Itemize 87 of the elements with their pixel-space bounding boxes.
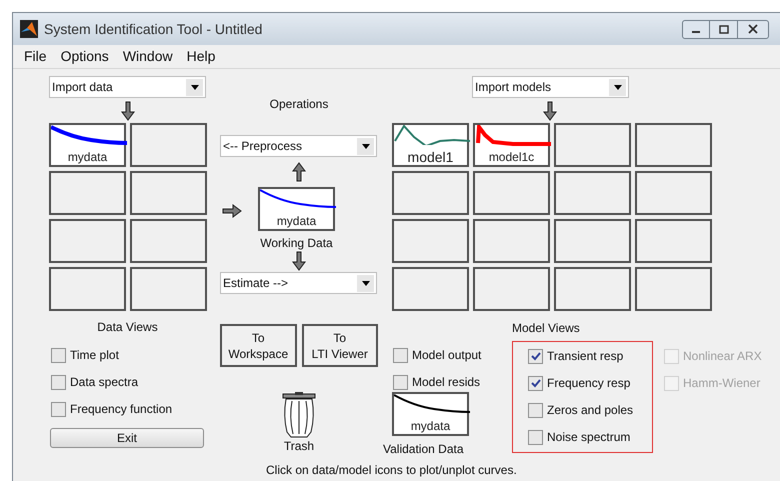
checkbox-option[interactable]: Noise spectrum: [528, 429, 652, 445]
app-logo-icon: [20, 20, 38, 38]
caret-icon: [609, 78, 626, 96]
checkbox[interactable]: [528, 376, 543, 390]
data-icon-tile[interactable]: model1: [392, 123, 469, 167]
data-icon-tile[interactable]: mydata: [49, 123, 126, 167]
export-button[interactable]: To Workspace: [220, 324, 296, 367]
checkbox-option[interactable]: Zeros and poles: [528, 402, 652, 418]
empty-icon-slot[interactable]: [49, 219, 126, 263]
empty-icon-slot[interactable]: [473, 267, 550, 311]
empty-icon-slot[interactable]: [49, 267, 126, 311]
working-data-label: Working Data: [260, 236, 333, 250]
empty-icon-slot[interactable]: [392, 171, 469, 215]
empty-icon-slot[interactable]: [49, 171, 126, 215]
checkbox[interactable]: [393, 348, 408, 362]
empty-icon-slot[interactable]: [635, 219, 712, 263]
dropdown[interactable]: Estimate -->: [220, 272, 377, 294]
checkbox-option[interactable]: Frequency function: [51, 401, 206, 417]
tile-label: model1c: [488, 150, 534, 165]
status-text: Click on data/model icons to plot/unplot curves.: [266, 463, 517, 477]
export-button[interactable]: To LTI Viewer: [302, 324, 378, 367]
menu-item[interactable]: Window: [122, 46, 173, 67]
checkbox[interactable]: [528, 348, 543, 364]
menu-item[interactable]: Options: [60, 46, 109, 67]
empty-icon-slot[interactable]: [554, 219, 631, 263]
menu-item[interactable]: Help: [186, 46, 216, 67]
checkbox[interactable]: [51, 348, 66, 362]
tile-label: mydata: [276, 214, 316, 229]
tile-label: mydata: [68, 150, 108, 165]
empty-icon-slot[interactable]: [130, 219, 207, 263]
caret-icon: [357, 274, 374, 292]
checkbox[interactable]: [528, 430, 543, 444]
empty-icon-slot[interactable]: [635, 267, 712, 311]
caret-icon: [357, 138, 374, 154]
empty-icon-slot[interactable]: [554, 171, 631, 215]
data-views-label: Data Views: [96, 320, 159, 334]
tile-label: model1: [408, 149, 454, 165]
checkbox-option[interactable]: Time plot: [51, 347, 206, 363]
checkbox[interactable]: [51, 402, 66, 416]
empty-icon-slot[interactable]: [554, 267, 631, 311]
check-icon: [530, 378, 540, 388]
empty-icon-slot[interactable]: [392, 219, 469, 263]
window-title: System Identification Tool - Untitled: [44, 20, 262, 39]
menu-item[interactable]: File: [24, 46, 47, 67]
model-views-label: Model Views: [512, 321, 581, 335]
empty-icon-slot[interactable]: [635, 171, 712, 215]
validation-data-label: Validation Data: [383, 442, 464, 456]
check-icon: [530, 352, 540, 360]
close-button[interactable]: [737, 20, 769, 38]
arrow-down-icon: [120, 100, 134, 120]
exit-button[interactable]: Exit: [50, 428, 204, 448]
data-icon-tile[interactable]: mydata: [258, 187, 335, 231]
arrow-right-icon: [222, 204, 242, 218]
data-icon-tile[interactable]: model1c: [473, 123, 550, 167]
dropdown[interactable]: <-- Preprocess: [220, 135, 377, 157]
empty-icon-slot[interactable]: [473, 171, 550, 215]
data-icon-tile[interactable]: mydata: [392, 392, 469, 436]
arrow-up-icon: [292, 162, 306, 182]
empty-icon-slot[interactable]: [392, 267, 469, 311]
checkbox-option[interactable]: Model resids: [393, 374, 501, 390]
checkbox-option[interactable]: Transient resp: [528, 348, 652, 364]
checkbox-option[interactable]: Data spectra: [51, 374, 206, 390]
empty-icon-slot[interactable]: [554, 123, 631, 167]
arrow-down-icon: [543, 100, 557, 120]
checkbox[interactable]: [528, 402, 543, 418]
minimize-button[interactable]: [682, 20, 710, 38]
checkbox-option[interactable]: Frequency resp: [528, 375, 652, 391]
minimize-icon: [692, 31, 700, 33]
tile-label: mydata: [410, 419, 450, 434]
empty-icon-slot[interactable]: [473, 219, 550, 263]
maximize-icon: [718, 24, 728, 34]
checkbox[interactable]: [393, 374, 408, 390]
empty-icon-slot[interactable]: [130, 267, 207, 311]
dropdown[interactable]: Import models: [472, 76, 629, 98]
dropdown[interactable]: Import data: [49, 76, 206, 98]
operations-label: Operations: [268, 97, 330, 111]
caret-icon: [186, 78, 203, 96]
checkbox-option[interactable]: Model output: [393, 347, 501, 363]
trash-label: Trash: [284, 439, 314, 453]
empty-icon-slot[interactable]: [635, 123, 712, 167]
trash-can-icon[interactable]: [282, 392, 316, 438]
empty-icon-slot[interactable]: [130, 123, 207, 167]
maximize-button[interactable]: [710, 20, 737, 38]
checkbox[interactable]: [51, 374, 66, 390]
close-icon: [748, 24, 758, 34]
arrow-down-icon: [292, 251, 306, 271]
empty-icon-slot[interactable]: [130, 171, 207, 215]
